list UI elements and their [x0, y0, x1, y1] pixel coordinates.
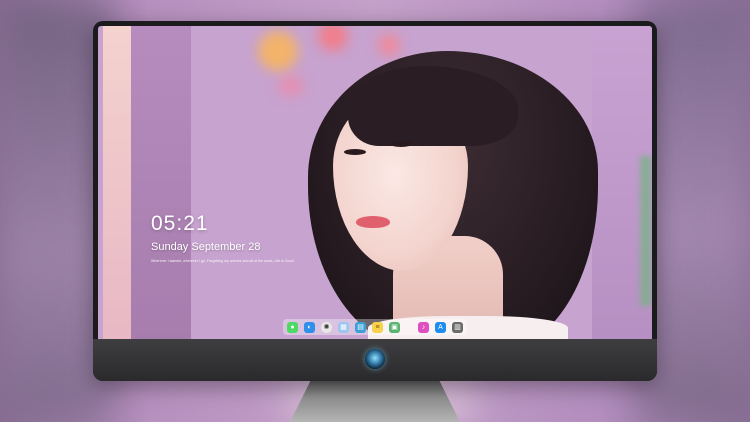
trash-icon[interactable]: ▥: [452, 321, 463, 333]
brand-logo-icon: [365, 349, 385, 369]
speech-bubble-icon[interactable]: ●: [287, 321, 298, 333]
note-icon[interactable]: ≡: [372, 321, 383, 333]
photo-icon[interactable]: ▦: [338, 321, 349, 333]
clapperboard-icon[interactable]: ▤: [355, 321, 366, 333]
monitor-stand: [290, 381, 460, 422]
monitor: 05:21 Sunday September 28 Wherever I wan…: [93, 21, 657, 381]
gallery-icon[interactable]: ▣: [389, 321, 400, 333]
wallpaper-pink-column: [103, 26, 131, 339]
lockscreen-clock: 05:21: [151, 212, 209, 235]
lock-screen[interactable]: 05:21 Sunday September 28 Wherever I wan…: [98, 26, 652, 339]
wallpaper-green-strip: [640, 156, 652, 306]
wallpaper-left-panel: [131, 26, 191, 339]
music-note-icon[interactable]: ♪: [418, 321, 429, 333]
portrait-lips: [356, 216, 390, 228]
app-store-icon[interactable]: A: [435, 321, 446, 333]
portrait-eye-left: [344, 149, 366, 155]
lockscreen-quote: Wherever I wander, wherever I go, Forget…: [151, 259, 294, 263]
finder-icon[interactable]: ◐: [304, 321, 315, 333]
lockscreen-date: Sunday September 28: [151, 241, 261, 253]
monitor-chin: [93, 339, 657, 381]
compass-icon[interactable]: ✺: [321, 321, 332, 333]
dock: ● ◐ ✺ ▦ ▤ ≡ ▣ ♪ A ▥: [283, 319, 467, 335]
portrait-eye-right: [390, 141, 412, 147]
